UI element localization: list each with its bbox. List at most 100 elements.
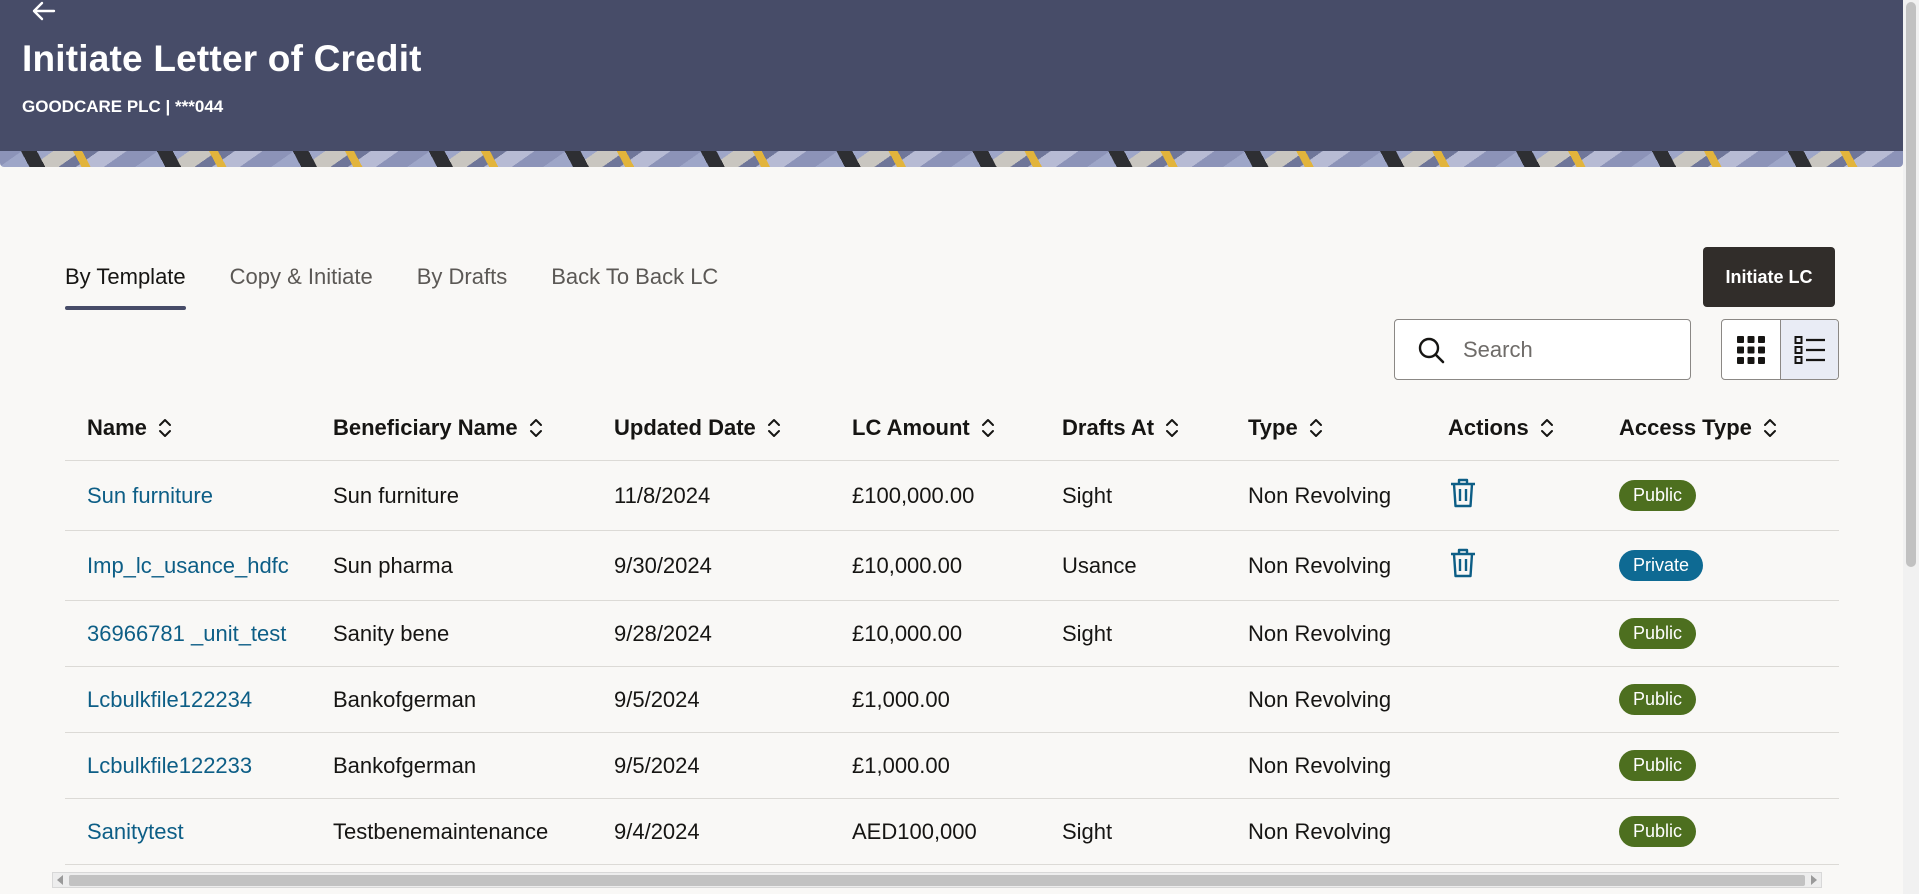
tab-by-drafts[interactable]: By Drafts (417, 258, 507, 310)
access-badge: Public (1619, 816, 1697, 847)
tab-copy-initiate[interactable]: Copy & Initiate (230, 258, 373, 310)
tab-bar: By Template Copy & Initiate By Drafts Ba… (65, 258, 762, 310)
lc-template-table: Name Beneficiary Name Updated Date LC Am… (65, 395, 1839, 865)
column-label: Updated Date (614, 414, 756, 440)
table-row: Sun furniture Sun furniture 11/8/2024 £1… (65, 461, 1839, 531)
template-name-link[interactable]: Sanitytest (65, 819, 333, 845)
table-header: Name Beneficiary Name Updated Date LC Am… (65, 395, 1839, 461)
updated-date-cell: 9/28/2024 (614, 620, 712, 646)
updated-date-cell: 9/30/2024 (614, 552, 712, 578)
beneficiary-cell: Testbenemaintenance (333, 818, 549, 844)
table-row: Lcbulkfile122234 Bankofgerman 9/5/2024 £… (65, 667, 1839, 733)
beneficiary-cell: Sun furniture (333, 482, 459, 508)
beneficiary-cell: Bankofgerman (333, 686, 477, 712)
scroll-left-icon[interactable] (57, 875, 63, 885)
column-header-actions[interactable]: Actions (1448, 415, 1619, 441)
template-name-link[interactable]: Lcbulkfile122234 (65, 687, 333, 713)
vertical-scrollbar[interactable] (1903, 0, 1919, 894)
column-label: Beneficiary Name (333, 414, 518, 440)
arrow-left-icon (32, 1, 56, 21)
list-icon (1794, 335, 1825, 364)
access-badge: Public (1619, 684, 1697, 715)
scroll-right-icon[interactable] (1811, 875, 1817, 885)
party-info: GOODCARE PLC | ***044 (22, 97, 224, 116)
access-type-cell: Private (1619, 550, 1819, 581)
page-title: Initiate Letter of Credit (22, 38, 422, 79)
drafts-at-cell: Sight (1062, 482, 1113, 508)
column-header-lc-amount[interactable]: LC Amount (852, 415, 1062, 441)
actions-cell (1448, 477, 1619, 515)
lc-amount-cell: AED100,000 (852, 818, 977, 844)
type-cell: Non Revolving (1248, 686, 1392, 712)
access-type-cell: Public (1619, 684, 1819, 715)
drafts-at-cell: Sight (1062, 818, 1113, 844)
delete-icon[interactable] (1448, 547, 1478, 579)
access-type-cell: Public (1619, 480, 1819, 511)
access-badge: Public (1619, 750, 1697, 781)
beneficiary-cell: Sanity bene (333, 620, 450, 646)
type-cell: Non Revolving (1248, 752, 1392, 778)
initiate-lc-button[interactable]: Initiate LC (1703, 247, 1835, 307)
search-input[interactable] (1463, 336, 1663, 363)
horizontal-scrollbar[interactable] (52, 872, 1822, 888)
column-header-drafts-at[interactable]: Drafts At (1062, 415, 1248, 441)
column-label: Actions (1448, 414, 1529, 440)
updated-date-cell: 11/8/2024 (614, 482, 711, 508)
updated-date-cell: 9/5/2024 (614, 686, 700, 712)
list-view-button[interactable] (1780, 320, 1838, 379)
table-row: 36966781 _unit_test Sanity bene 9/28/202… (65, 601, 1839, 667)
header-banner-image (0, 151, 1903, 167)
scrollbar-thumb[interactable] (69, 875, 1805, 886)
beneficiary-cell: Bankofgerman (333, 752, 477, 778)
scrollbar-thumb[interactable] (1906, 2, 1916, 567)
sort-icon (981, 418, 994, 437)
sort-icon (158, 418, 171, 437)
table-row: Lcbulkfile122233 Bankofgerman 9/5/2024 £… (65, 733, 1839, 799)
sort-icon (1763, 418, 1776, 437)
type-cell: Non Revolving (1248, 552, 1392, 578)
template-name-link[interactable]: Sun furniture (65, 483, 333, 509)
column-header-access-type[interactable]: Access Type (1619, 415, 1819, 441)
lc-amount-cell: £1,000.00 (852, 752, 950, 778)
column-header-updated-date[interactable]: Updated Date (614, 415, 852, 441)
lc-amount-cell: £1,000.00 (852, 686, 950, 712)
lc-amount-cell: £10,000.00 (852, 620, 963, 646)
drafts-at-cell: Sight (1062, 620, 1113, 646)
tab-by-template[interactable]: By Template (65, 258, 186, 310)
access-badge: Private (1619, 550, 1704, 581)
sort-icon (1540, 418, 1553, 437)
back-button[interactable] (28, 0, 62, 26)
updated-date-cell: 9/4/2024 (614, 818, 700, 844)
sort-icon (767, 418, 780, 437)
type-cell: Non Revolving (1248, 620, 1392, 646)
column-header-beneficiary[interactable]: Beneficiary Name (333, 415, 614, 441)
tab-back-to-back-lc[interactable]: Back To Back LC (551, 258, 718, 310)
template-name-link[interactable]: Lcbulkfile122233 (65, 753, 333, 779)
actions-cell (1448, 547, 1619, 585)
column-label: Type (1248, 414, 1298, 440)
column-label: Name (87, 414, 147, 440)
access-type-cell: Public (1619, 816, 1819, 847)
access-badge: Public (1619, 618, 1697, 649)
lc-amount-cell: £100,000.00 (852, 482, 975, 508)
sort-icon (1166, 418, 1179, 437)
type-cell: Non Revolving (1248, 482, 1392, 508)
view-toggle (1721, 319, 1839, 380)
beneficiary-cell: Sun pharma (333, 552, 453, 578)
column-header-type[interactable]: Type (1248, 415, 1448, 441)
search-field (1394, 319, 1691, 380)
template-name-link[interactable]: Imp_lc_usance_hdfc (65, 553, 333, 579)
table-row: Sanitytest Testbenemaintenance 9/4/2024 … (65, 799, 1839, 865)
page-header: Initiate Letter of Credit GOODCARE PLC |… (0, 0, 1903, 151)
column-header-name[interactable]: Name (65, 415, 333, 441)
template-name-link[interactable]: 36966781 _unit_test (65, 621, 333, 647)
column-label: LC Amount (852, 414, 970, 440)
access-type-cell: Public (1619, 750, 1819, 781)
access-type-cell: Public (1619, 618, 1819, 649)
delete-icon[interactable] (1448, 477, 1478, 509)
lc-amount-cell: £10,000.00 (852, 552, 963, 578)
grid-icon (1737, 335, 1765, 364)
column-label: Drafts At (1062, 414, 1155, 440)
grid-view-button[interactable] (1722, 320, 1780, 379)
search-icon (1418, 337, 1445, 363)
